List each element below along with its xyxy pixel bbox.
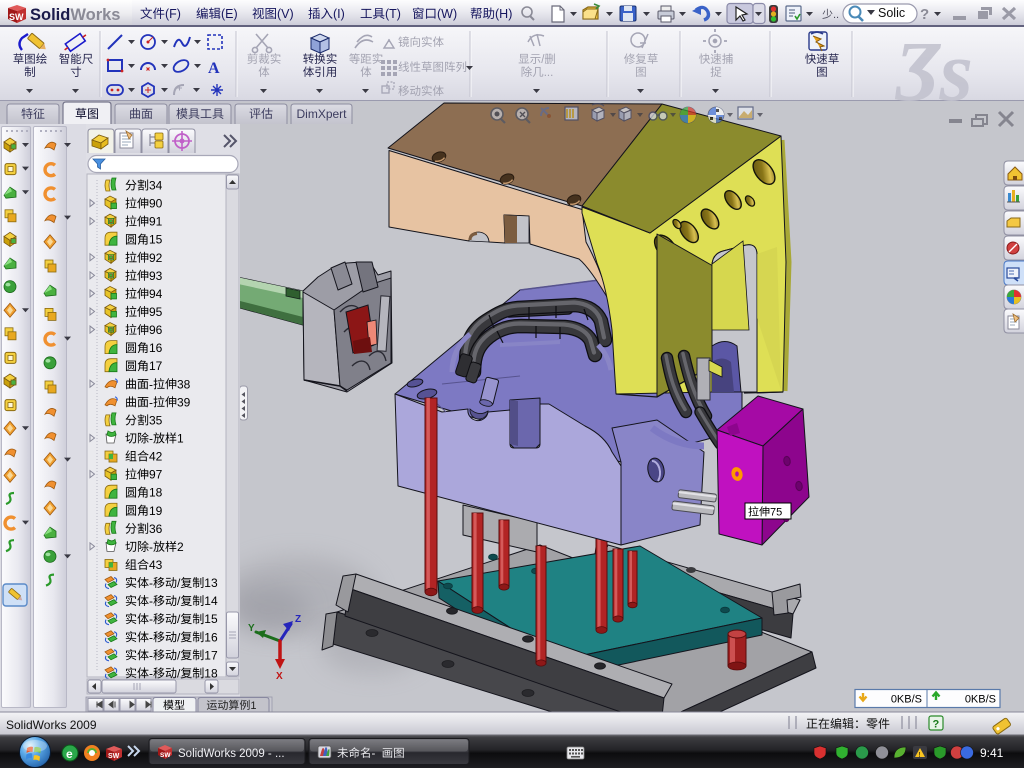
svg-text:75: 75 bbox=[770, 507, 782, 519]
